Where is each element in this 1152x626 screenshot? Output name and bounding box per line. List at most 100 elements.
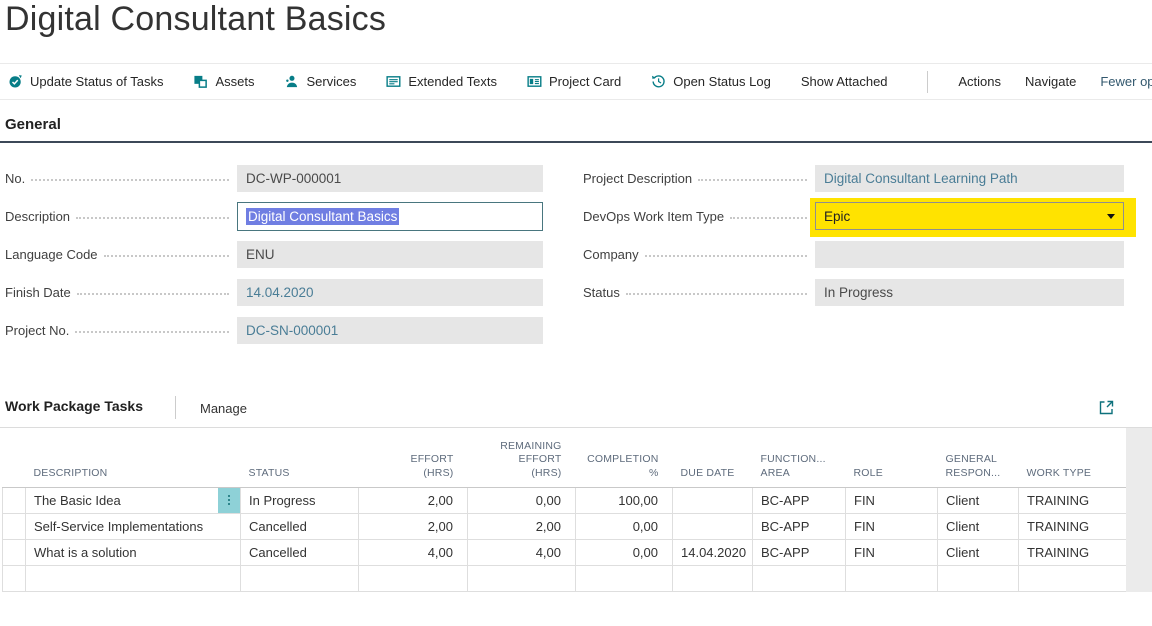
description-cell[interactable]: What is a solution	[26, 539, 241, 565]
project-card-button[interactable]: Project Card	[527, 74, 621, 89]
row-selector-cell[interactable]	[3, 487, 26, 513]
function-area-cell[interactable]: BC-APP	[753, 487, 846, 513]
status-value: In Progress	[815, 279, 1124, 306]
remaining-effort-cell[interactable]: 4,00	[468, 539, 576, 565]
language-code-label: Language Code	[5, 247, 104, 262]
completion-cell[interactable]: 0,00	[576, 513, 673, 539]
status-field: Status In Progress	[583, 278, 1124, 306]
toolbar-label: Show Attached	[801, 74, 888, 89]
row-selector-cell[interactable]	[3, 513, 26, 539]
actions-menu[interactable]: Actions	[958, 74, 1001, 89]
general-responsibility-cell[interactable]: Client	[938, 513, 1019, 539]
status-cell[interactable]	[241, 565, 359, 591]
description-field: Description Digital Consultant Basics	[5, 202, 543, 230]
completion-cell[interactable]: 0,00	[576, 539, 673, 565]
update-status-of-tasks-button[interactable]: Update Status of Tasks	[8, 74, 163, 89]
role-cell[interactable]: FIN	[846, 539, 938, 565]
table-header-row: DESCRIPTION STATUS EFFORT(HRS) REMAINING…	[3, 428, 1152, 487]
table-scrollbar-gutter[interactable]	[1126, 428, 1152, 592]
task-row-empty[interactable]	[3, 565, 1152, 591]
remaining-effort-cell[interactable]	[468, 565, 576, 591]
column-header-description[interactable]: DESCRIPTION	[26, 428, 241, 487]
column-header-effort[interactable]: EFFORT(HRS)	[359, 428, 468, 487]
project-description-label: Project Description	[583, 171, 698, 186]
remaining-effort-cell[interactable]: 2,00	[468, 513, 576, 539]
general-responsibility-cell[interactable]: Client	[938, 539, 1019, 565]
description-cell[interactable]: Self-Service Implementations	[26, 513, 241, 539]
dotted-leader	[626, 293, 807, 295]
devops-work-item-type-field: DevOps Work Item Type Epic	[583, 202, 1124, 230]
toolbar-menus: Actions Navigate Fewer options	[958, 74, 1152, 89]
toolbar-label: Open Status Log	[673, 74, 771, 89]
row-selector-cell[interactable]	[3, 565, 26, 591]
show-attached-button[interactable]: Show Attached	[801, 74, 888, 89]
effort-cell[interactable]: 2,00	[359, 487, 468, 513]
dotted-leader	[75, 331, 229, 333]
extended-texts-icon	[386, 74, 401, 89]
dotted-leader	[77, 293, 229, 295]
navigate-menu[interactable]: Navigate	[1025, 74, 1076, 89]
update-status-icon	[8, 74, 23, 89]
remaining-effort-cell[interactable]: 0,00	[468, 487, 576, 513]
devops-work-item-type-select[interactable]: Epic	[815, 202, 1124, 230]
column-header-due-date[interactable]: DUE DATE	[673, 428, 753, 487]
project-no-value: DC-SN-000001	[237, 317, 543, 344]
toolbar-label: Project Card	[549, 74, 621, 89]
completion-cell[interactable]: 100,00	[576, 487, 673, 513]
effort-cell[interactable]: 2,00	[359, 513, 468, 539]
row-options-icon[interactable]	[218, 488, 240, 513]
dotted-leader	[76, 217, 229, 219]
open-status-log-button[interactable]: Open Status Log	[651, 74, 771, 89]
status-cell[interactable]: Cancelled	[241, 513, 359, 539]
due-date-cell[interactable]	[673, 565, 753, 591]
description-cell[interactable]	[26, 565, 241, 591]
column-header-general-responsibility[interactable]: GENERALRESPON...	[938, 428, 1019, 487]
description-input[interactable]: Digital Consultant Basics	[237, 202, 543, 231]
status-cell[interactable]: Cancelled	[241, 539, 359, 565]
task-row[interactable]: What is a solution Cancelled 4,00 4,00 0…	[3, 539, 1152, 565]
assets-icon	[193, 74, 208, 89]
language-code-value: ENU	[237, 241, 543, 268]
dotted-leader	[645, 255, 807, 257]
due-date-cell[interactable]	[673, 487, 753, 513]
project-no-label: Project No.	[5, 323, 75, 338]
effort-cell[interactable]: 4,00	[359, 539, 468, 565]
assets-button[interactable]: Assets	[193, 74, 254, 89]
column-header-status[interactable]: STATUS	[241, 428, 359, 487]
function-area-cell[interactable]: BC-APP	[753, 513, 846, 539]
fewer-options-menu[interactable]: Fewer options	[1100, 74, 1152, 89]
function-area-cell[interactable]: BC-APP	[753, 539, 846, 565]
effort-cell[interactable]	[359, 565, 468, 591]
column-header-function-area[interactable]: FUNCTION...AREA	[753, 428, 846, 487]
task-row[interactable]: The Basic Idea In Progress 2,00 0,00 100…	[3, 487, 1152, 513]
due-date-cell[interactable]	[673, 513, 753, 539]
column-header-role[interactable]: ROLE	[846, 428, 938, 487]
services-button[interactable]: Services	[284, 74, 356, 89]
due-date-cell[interactable]: 14.04.2020	[673, 539, 753, 565]
completion-cell[interactable]	[576, 565, 673, 591]
work-package-tasks-table: DESCRIPTION STATUS EFFORT(HRS) REMAINING…	[2, 428, 1152, 592]
description-label: Description	[5, 209, 76, 224]
manage-menu[interactable]: Manage	[200, 401, 247, 416]
finish-date-field: Finish Date 14.04.2020	[5, 278, 543, 306]
project-card-icon	[527, 74, 542, 89]
row-selector-cell[interactable]	[3, 539, 26, 565]
status-cell[interactable]: In Progress	[241, 487, 359, 513]
devops-work-item-type-label: DevOps Work Item Type	[583, 209, 730, 224]
role-cell[interactable]: FIN	[846, 513, 938, 539]
function-area-cell[interactable]	[753, 565, 846, 591]
task-row[interactable]: Self-Service Implementations Cancelled 2…	[3, 513, 1152, 539]
general-section-heading[interactable]: General	[5, 116, 61, 133]
expand-table-icon[interactable]	[1098, 399, 1115, 416]
description-cell[interactable]: The Basic Idea	[26, 487, 241, 513]
general-responsibility-cell[interactable]: Client	[938, 487, 1019, 513]
role-cell[interactable]: FIN	[846, 487, 938, 513]
role-cell[interactable]	[846, 565, 938, 591]
column-header-remaining-effort[interactable]: REMAININGEFFORT(HRS)	[468, 428, 576, 487]
column-header-completion[interactable]: COMPLETION%	[576, 428, 673, 487]
tasks-section-heading[interactable]: Work Package Tasks	[5, 398, 143, 414]
dotted-leader	[730, 217, 807, 219]
general-responsibility-cell[interactable]	[938, 565, 1019, 591]
extended-texts-button[interactable]: Extended Texts	[386, 74, 497, 89]
selected-option: Epic	[824, 209, 850, 224]
